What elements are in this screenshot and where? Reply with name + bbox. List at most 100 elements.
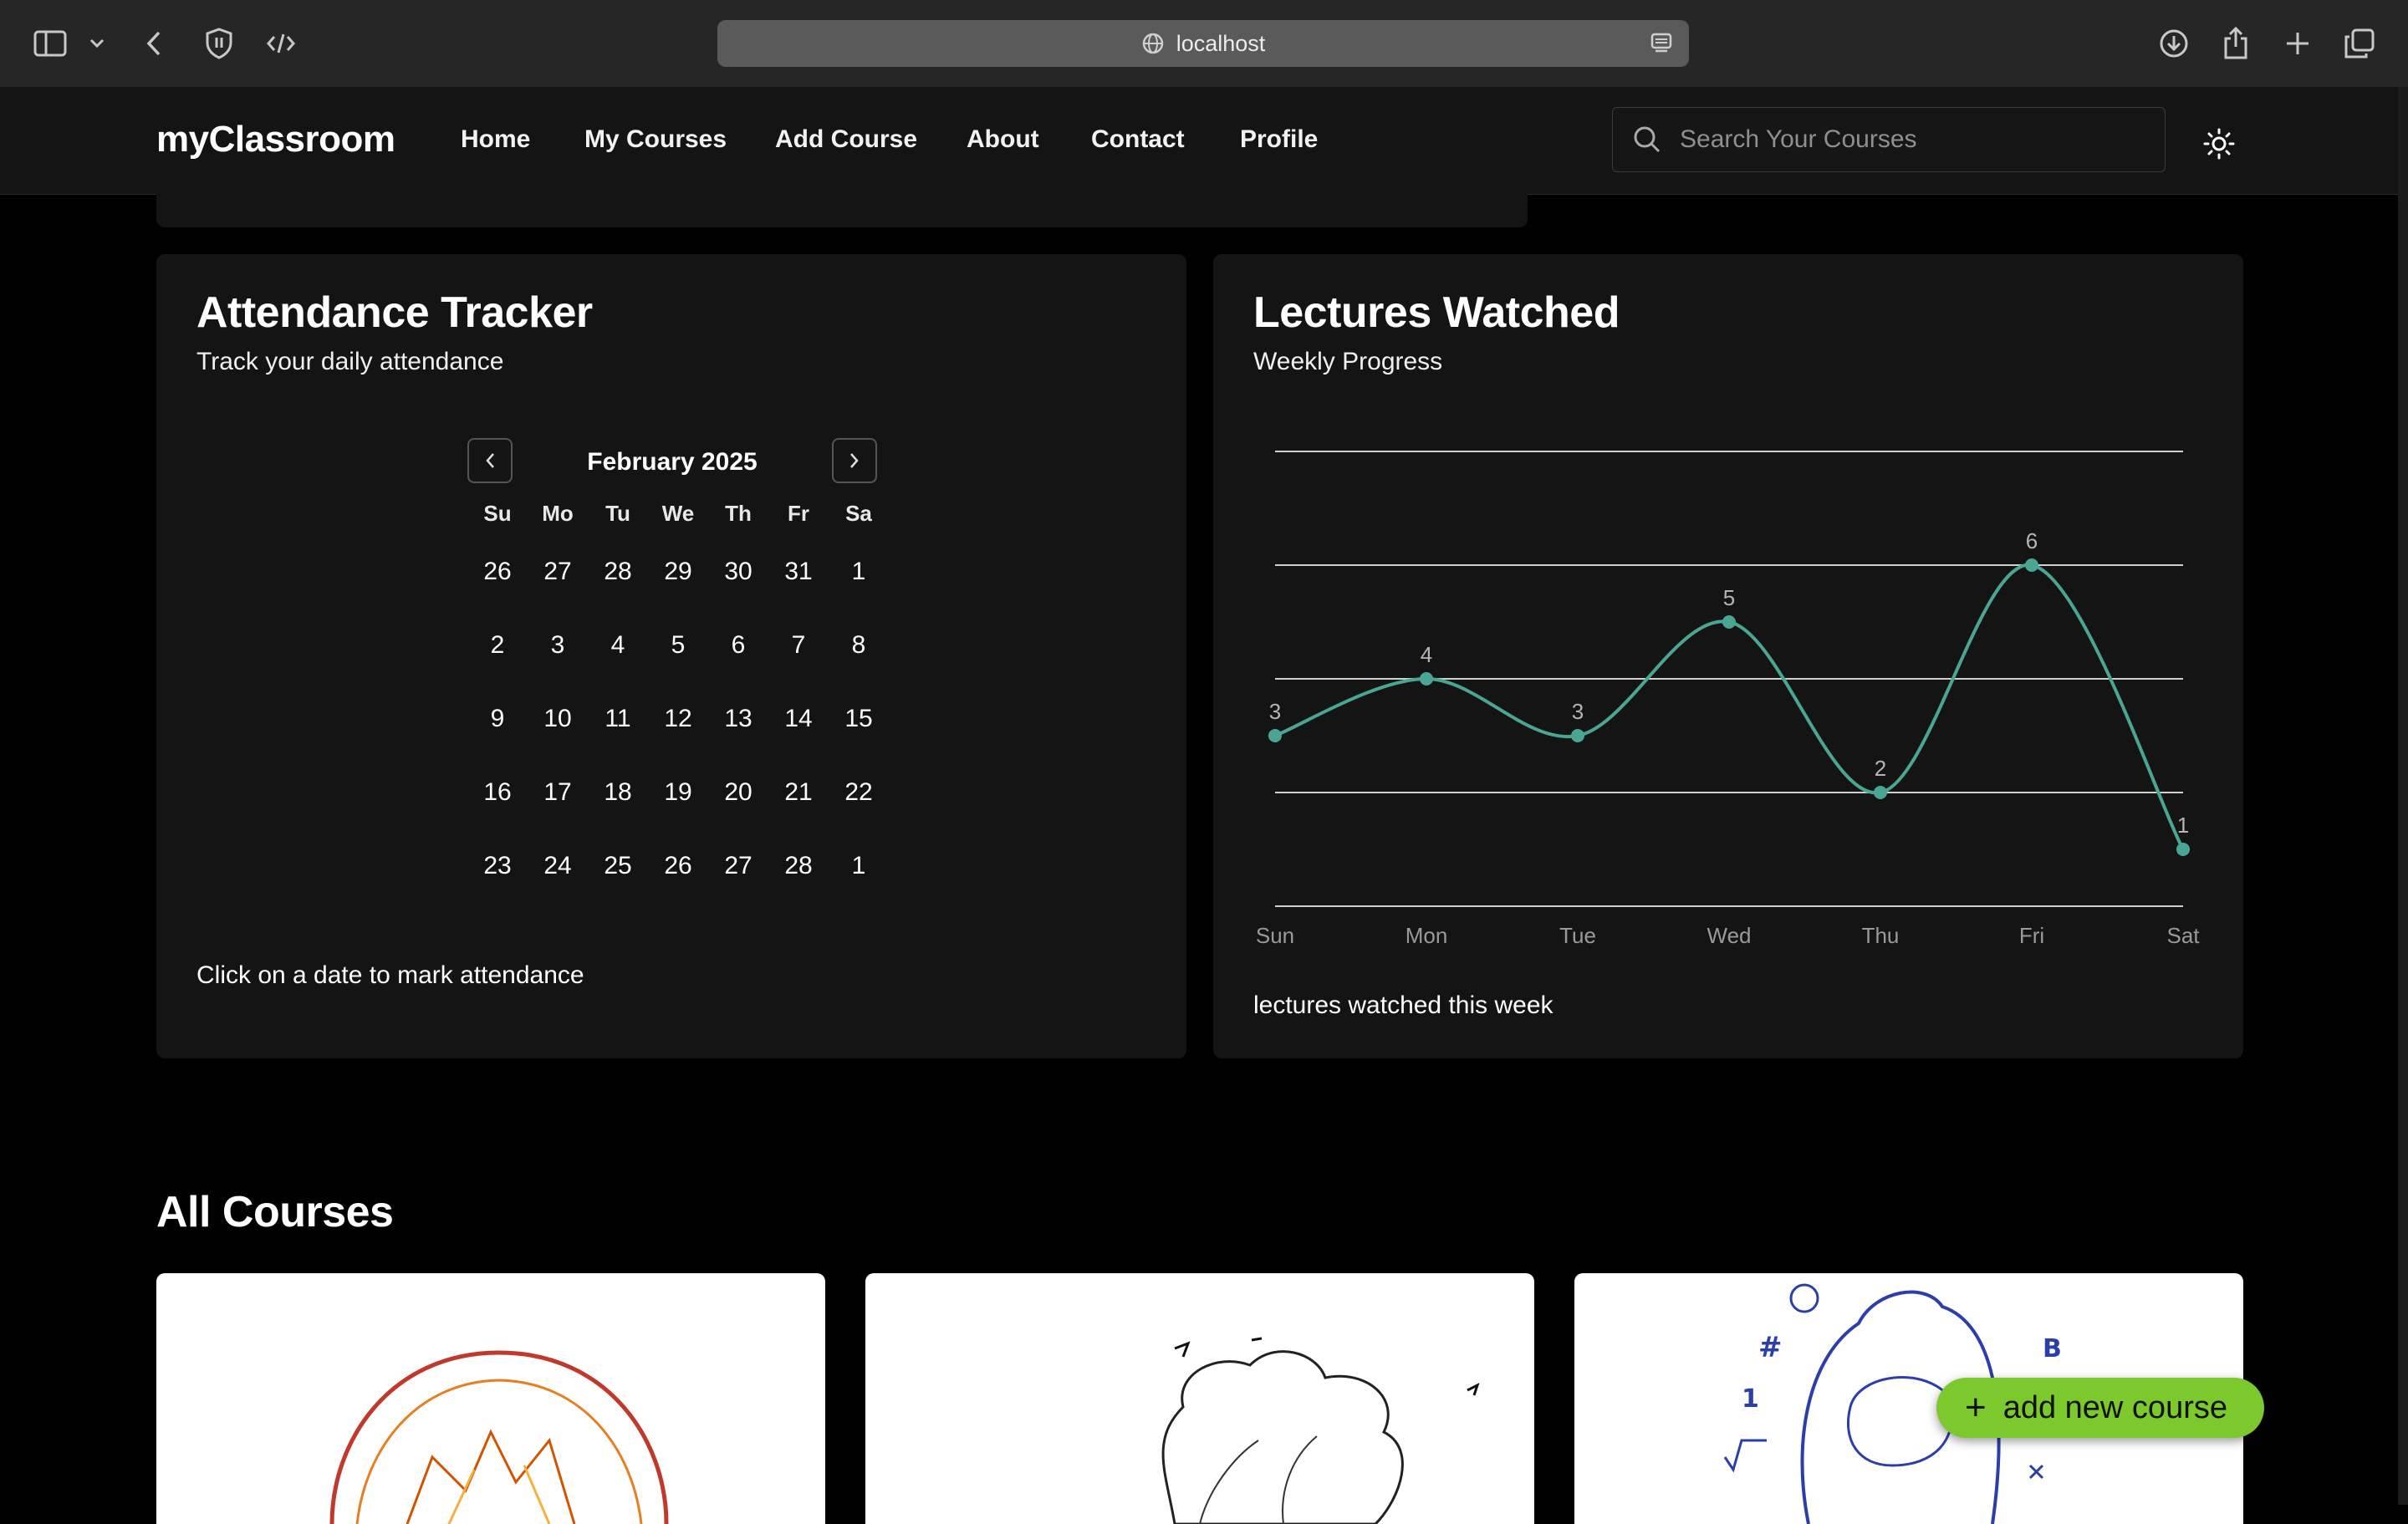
nav-profile[interactable]: Profile [1240,125,1318,154]
calendar-day[interactable]: 28 [588,530,648,604]
calendar-day[interactable]: 30 [708,530,768,604]
weekday-label: Tu [605,501,630,526]
code-icon[interactable] [263,25,299,62]
calendar-day[interactable]: 17 [528,751,588,824]
page-scrollbar[interactable] [2398,87,2408,1505]
calendar-day[interactable]: 20 [708,751,768,824]
attendance-subtitle: Track your daily attendance [196,348,504,375]
new-tab-icon[interactable] [2279,25,2316,62]
calendar-week-row: 23 24 25 26 27 28 1 [467,824,889,898]
calendar-day[interactable]: 29 [648,530,708,604]
calendar-day[interactable]: 11 [588,677,648,751]
attendance-footer-text: Click on a date to mark attendance [196,961,584,989]
brand-logo[interactable]: myClassroom [156,119,395,161]
next-month-button[interactable] [832,438,877,483]
theme-toggle-sun-icon[interactable] [2199,124,2239,164]
calendar-week-row: 16 17 18 19 20 21 22 [467,751,889,824]
nav-add-course[interactable]: Add Course [775,125,917,154]
calendar-day[interactable]: 7 [768,604,829,677]
lectures-watched-card: Lectures Watched Weekly Progress 3 Sun 4 Mo… [1213,254,2243,1058]
url-text: localhost [1176,30,1266,56]
calendar-month-label: February 2025 [587,448,758,476]
chart-x-tick-label: Tue [1559,923,1596,948]
calendar-day[interactable]: 3 [528,604,588,677]
chart-data-point [1722,615,1736,629]
nav-about[interactable]: About [967,125,1039,154]
search-box [1612,107,2166,172]
calendar-day[interactable]: 15 [829,677,889,751]
attendance-tracker-card: Attendance Tracker Track your daily atte… [156,254,1186,1058]
chevron-down-icon[interactable] [80,25,114,62]
course-card[interactable] [156,1273,825,1524]
calendar-day[interactable]: 23 [467,824,528,898]
plus-icon: + [1965,1387,1987,1428]
chart-data-point [2025,558,2038,572]
calendar-day[interactable]: 9 [467,677,528,751]
search-icon [1634,126,1661,153]
calendar-day[interactable]: 12 [648,677,708,751]
calendar-day[interactable]: 19 [648,751,708,824]
svg-text:1: 1 [1742,1384,1759,1414]
calendar-day[interactable]: 2 [467,604,528,677]
weekday-label: Th [725,501,752,526]
download-icon[interactable] [2155,25,2192,62]
calendar-day[interactable]: 6 [708,604,768,677]
tab-overview-icon[interactable] [2341,25,2378,62]
chart-x-tick-label: Wed [1707,923,1752,948]
shield-icon[interactable] [201,25,237,62]
calendar-day[interactable]: 4 [588,604,648,677]
calendar-day[interactable]: 13 [708,677,768,751]
calendar-day[interactable]: 27 [528,530,588,604]
chart-data-label: 1 [2177,813,2189,838]
back-icon[interactable] [135,25,172,62]
sidebar-toggle-icon[interactable] [32,25,69,62]
calendar-day[interactable]: 24 [528,824,588,898]
attendance-title: Attendance Tracker [196,288,593,337]
calendar-day[interactable]: 18 [588,751,648,824]
calendar-day[interactable]: 1 [829,530,889,604]
calendar-day[interactable]: 16 [467,751,528,824]
calendar-day[interactable]: 26 [648,824,708,898]
share-icon[interactable] [2217,25,2254,62]
nav-home[interactable]: Home [453,125,538,194]
calendar-day[interactable]: 31 [768,530,829,604]
chart-data-label: 5 [1723,585,1735,610]
chart-data-point [2176,843,2190,856]
chevron-right-icon [850,453,859,468]
chart-data-label: 6 [2026,528,2038,553]
calendar-header: February 2025 [467,438,877,485]
calendar-day[interactable]: 22 [829,751,889,824]
globe-icon [1142,33,1163,54]
calendar-day[interactable]: 5 [648,604,708,677]
reader-icon[interactable] [1650,32,1672,54]
weekday-label: Sa [845,501,872,526]
calendar-day[interactable]: 8 [829,604,889,677]
chart-x-tick-label: Thu [1862,923,1900,948]
add-new-course-label: add new course [2002,1389,2227,1425]
calendar-day[interactable]: 28 [768,824,829,898]
course-card[interactable] [865,1273,1534,1524]
calendar-day[interactable]: 14 [768,677,829,751]
calendar-day[interactable]: 26 [467,530,528,604]
calendar-day[interactable]: 10 [528,677,588,751]
calendar-day[interactable]: 25 [588,824,648,898]
calendar-day[interactable]: 27 [708,824,768,898]
chart-data-point [1420,672,1433,686]
svg-text:#: # [1758,1331,1783,1364]
calendar-day[interactable]: 1 [829,824,889,898]
course-thumbnail-lightbulb [329,1350,669,1524]
chart-x-tick-label: Sun [1256,923,1294,948]
calendar-day[interactable]: 21 [768,751,829,824]
calendar-week-row: 9 10 11 12 13 14 15 [467,677,889,751]
add-new-course-button[interactable]: + add new course [1936,1378,2264,1438]
search-input[interactable] [1678,125,2150,155]
chart-data-point [1268,729,1282,742]
chart-data-label: 3 [1572,699,1584,724]
nav-contact[interactable]: Contact [1091,125,1185,154]
address-bar[interactable]: localhost [717,20,1689,67]
svg-text:B: B [2043,1334,2062,1363]
course-thumbnail-tree [1161,1337,1480,1524]
nav-my-courses[interactable]: My Courses [584,125,727,154]
chart-x-tick-label: Sat [2166,923,2200,948]
calendar-week-row: 2 3 4 5 6 7 8 [467,604,889,677]
